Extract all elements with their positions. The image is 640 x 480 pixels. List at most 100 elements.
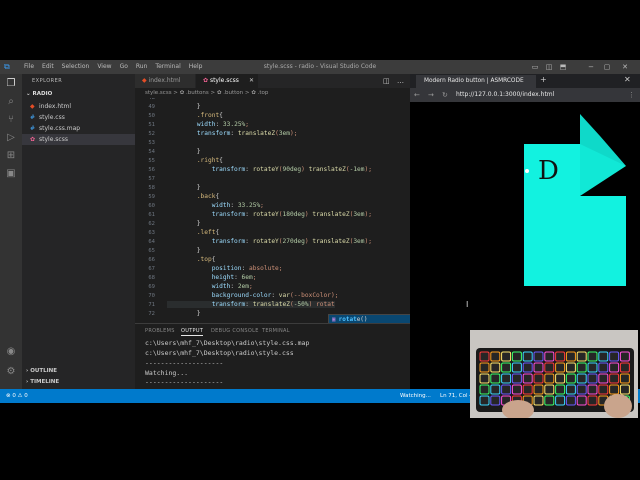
keyboard-key (533, 384, 544, 395)
tab-index-html[interactable]: ◆ index.html (135, 74, 195, 88)
line-number: 70 (148, 293, 155, 299)
keyboard-overlay (470, 330, 638, 418)
code-line: .right{ (196, 157, 223, 164)
cube-bottom-face (524, 196, 626, 286)
remote-icon[interactable]: ▣ (5, 168, 17, 180)
minimize-icon[interactable]: − (584, 60, 598, 74)
status-problems[interactable]: ⊗ 0 ⚠ 0 (6, 389, 28, 403)
menu-go[interactable]: Go (116, 60, 132, 74)
breadcrumb[interactable]: style.scss > ✿ .buttons > ✿ .button > ✿ … (135, 88, 410, 98)
line-number: 63 (148, 230, 155, 236)
keyboard-key (511, 373, 522, 384)
browser-menu-icon[interactable]: ⋮ (628, 88, 635, 102)
suggestion-rest: e() (356, 316, 368, 323)
folder-radio[interactable]: ⌄ RADIO (26, 91, 52, 97)
explorer-header: EXPLORER (32, 78, 63, 84)
status-position[interactable]: Ln 71, Col 4 (440, 389, 473, 403)
forward-icon[interactable]: → (428, 88, 434, 102)
window-title: style.scss - radio - Visual Studio Code (263, 63, 377, 70)
file-index-html[interactable]: ◆ index.html (22, 101, 135, 112)
file-style-css-map[interactable]: # style.css.map (22, 123, 135, 134)
keyboard-key (501, 384, 512, 395)
menu-file[interactable]: File (20, 60, 38, 74)
explorer-icon[interactable]: ❐ (5, 78, 17, 90)
new-tab-icon[interactable]: + (540, 75, 547, 84)
radio-dot[interactable] (525, 169, 529, 173)
code-line: } (167, 310, 201, 317)
status-watching[interactable]: Watching... (400, 389, 431, 403)
split-editor-icon[interactable]: ◫ (383, 77, 390, 85)
keyboard-image (476, 348, 634, 418)
cube-letter: D (538, 156, 559, 186)
menu-selection[interactable]: Selection (58, 60, 94, 74)
keyboard-key (490, 384, 501, 395)
maximize-icon[interactable]: ▢ (600, 60, 614, 74)
keyboard-key (511, 384, 522, 395)
keyboard-key (619, 373, 630, 384)
keyboard-key (544, 351, 555, 362)
keyboard-key (609, 373, 620, 384)
keyboard-key (619, 362, 630, 373)
more-actions-icon[interactable]: … (397, 77, 404, 85)
account-icon[interactable]: ◉ (5, 346, 17, 358)
keyboard-key (544, 395, 555, 406)
code-line: } (167, 184, 201, 191)
line-number: 58 (148, 185, 155, 191)
tab-output[interactable]: OUTPUT (181, 328, 204, 336)
keyboard-key (522, 373, 533, 384)
timeline-section[interactable]: › TIMELINE (26, 379, 59, 385)
search-icon[interactable]: ⌕ (5, 96, 17, 108)
layout-split-icon[interactable]: ◫ (542, 60, 556, 74)
line-number: 69 (148, 284, 155, 290)
tab-debug-console[interactable]: DEBUG CONSOLE (211, 328, 259, 334)
keyboard-key (490, 395, 501, 406)
keyboard-key (479, 362, 490, 373)
keyboard-key (587, 373, 598, 384)
close-icon[interactable]: ✕ (618, 60, 632, 74)
activity-bar: ❐ ⌕ ⑂ ▷ ⊞ ▣ ◉ ⚙ (0, 74, 22, 389)
code-line: } (167, 220, 201, 227)
menu-run[interactable]: Run (132, 60, 152, 74)
run-debug-icon[interactable]: ▷ (5, 132, 17, 144)
keyboard-key (544, 362, 555, 373)
keyboard-key (479, 395, 490, 406)
keyboard-key (587, 384, 598, 395)
tab-style-scss[interactable]: ✿ style.scss ✕ (196, 74, 258, 88)
line-number: 72 (148, 311, 155, 317)
layout-icon[interactable]: ▭ (528, 60, 542, 74)
menu-view[interactable]: View (93, 60, 115, 74)
tab-problems[interactable]: PROBLEMS (145, 328, 175, 334)
reload-icon[interactable]: ↻ (442, 88, 448, 102)
map-file-icon: # (30, 125, 36, 132)
browser-tab[interactable]: Modern Radio button | ASMRCODE (416, 75, 536, 88)
file-style-scss[interactable]: ✿ style.scss (22, 134, 135, 145)
close-tab-icon[interactable]: ✕ (249, 74, 254, 88)
keyboard-key (555, 351, 566, 362)
layout-panel-icon[interactable]: ⬒ (556, 60, 570, 74)
extensions-icon[interactable]: ⊞ (5, 150, 17, 162)
source-control-icon[interactable]: ⑂ (5, 114, 17, 126)
menu-edit[interactable]: Edit (38, 60, 58, 74)
code-line: transform: rotateY(270deg) translateZ(3e… (211, 238, 372, 245)
keyboard-key (587, 395, 598, 406)
code-editor[interactable]: 48 49 } 50 .front{51 width: 33.25%; 52 tran… (135, 98, 410, 323)
keyboard-key (598, 373, 609, 384)
keyboard-key (511, 351, 522, 362)
line-number: 50 (148, 113, 155, 119)
tab-terminal[interactable]: TERMINAL (262, 328, 290, 334)
menu-help[interactable]: Help (185, 60, 207, 74)
menu-terminal[interactable]: Terminal (151, 60, 184, 74)
file-style-css[interactable]: # style.css (22, 112, 135, 123)
keyboard-key (576, 362, 587, 373)
keyboard-key (501, 351, 512, 362)
line-number: 62 (148, 221, 155, 227)
browser-close-icon[interactable]: ✕ (624, 75, 631, 84)
line-number: 65 (148, 248, 155, 254)
keyboard-key (598, 362, 609, 373)
back-icon[interactable]: ← (414, 88, 420, 102)
outline-section[interactable]: › OUTLINE (26, 368, 57, 374)
output-line: c:\Users\mhf_7\Desktop\radio\style.css (145, 349, 294, 357)
settings-gear-icon[interactable]: ⚙ (5, 366, 17, 378)
url-field[interactable]: http://127.0.0.1:3000/index.html (456, 88, 554, 102)
keyboard-key (576, 373, 587, 384)
